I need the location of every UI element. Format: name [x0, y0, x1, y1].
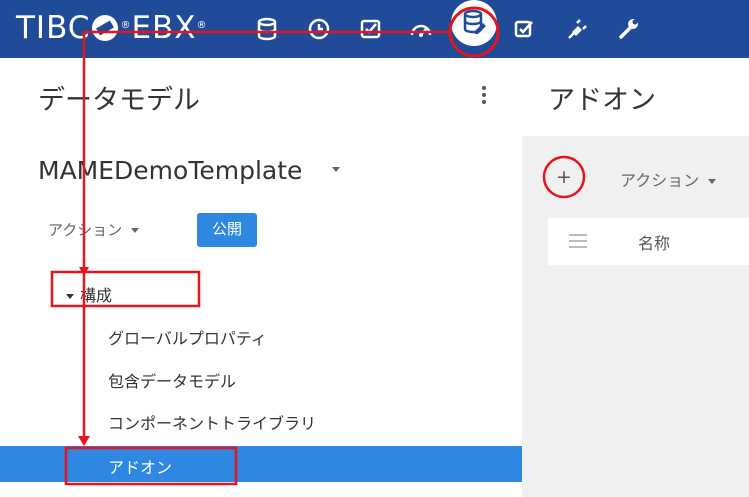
gauge-icon[interactable]: [408, 16, 434, 42]
logo-registered-mark: ®: [120, 20, 132, 31]
wrench-icon[interactable]: [616, 16, 642, 42]
left-action-menu[interactable]: アクション: [48, 219, 140, 240]
tree-group-label: 構成: [80, 286, 113, 305]
clock-icon[interactable]: [306, 16, 332, 42]
chevron-down-icon: [708, 179, 717, 184]
kebab-menu-icon[interactable]: [481, 86, 487, 108]
tree-item-addons-label: アドオン: [108, 458, 173, 477]
data-model-name[interactable]: MAMEDemoTemplate: [38, 156, 341, 185]
right-action-menu[interactable]: アクション: [620, 167, 717, 191]
add-button[interactable]: +: [545, 158, 583, 196]
column-header-name[interactable]: 名称: [638, 230, 670, 254]
tree-item-addons-selected[interactable]: アドオン: [0, 446, 522, 482]
table-header: 名称: [548, 218, 749, 265]
tree-item-component-library[interactable]: コンポーネントトライブラリ: [108, 410, 316, 434]
right-panel-title: アドオン: [548, 85, 656, 116]
caret-down-icon: [66, 294, 74, 299]
right-action-label: アクション: [620, 171, 700, 190]
data-model-name-text: MAMEDemoTemplate: [38, 156, 303, 185]
tibco-ebx-logo: TIBC ®EBX®: [16, 11, 208, 45]
tree-group-configuration[interactable]: 構成: [66, 282, 112, 306]
logo-text-tibco: TIBC: [16, 10, 91, 46]
task-check-icon[interactable]: [512, 16, 538, 42]
data-model-icon: [463, 9, 486, 34]
logo-circle-icon: [92, 15, 119, 41]
left-action-label: アクション: [48, 221, 123, 239]
publish-button[interactable]: 公開: [197, 213, 257, 247]
data-model-icon-active[interactable]: [451, 0, 497, 46]
top-navigation-bar: TIBC ®EBX®: [0, 0, 749, 58]
column-menu-icon[interactable]: [569, 234, 587, 252]
chevron-down-icon[interactable]: [332, 166, 341, 172]
plug-icon[interactable]: [564, 16, 590, 42]
tree-item-included-data-models[interactable]: 包含データモデル: [108, 368, 236, 392]
database-icon[interactable]: [254, 16, 280, 42]
checklist-icon[interactable]: [358, 16, 384, 42]
tree-item-global-properties[interactable]: グローバルプロパティ: [108, 325, 267, 349]
left-panel-title: データモデル: [38, 85, 200, 116]
logo-text-ebx: EBX: [131, 10, 197, 46]
chevron-down-icon: [131, 228, 140, 233]
logo-registered-mark-2: ®: [196, 20, 208, 31]
